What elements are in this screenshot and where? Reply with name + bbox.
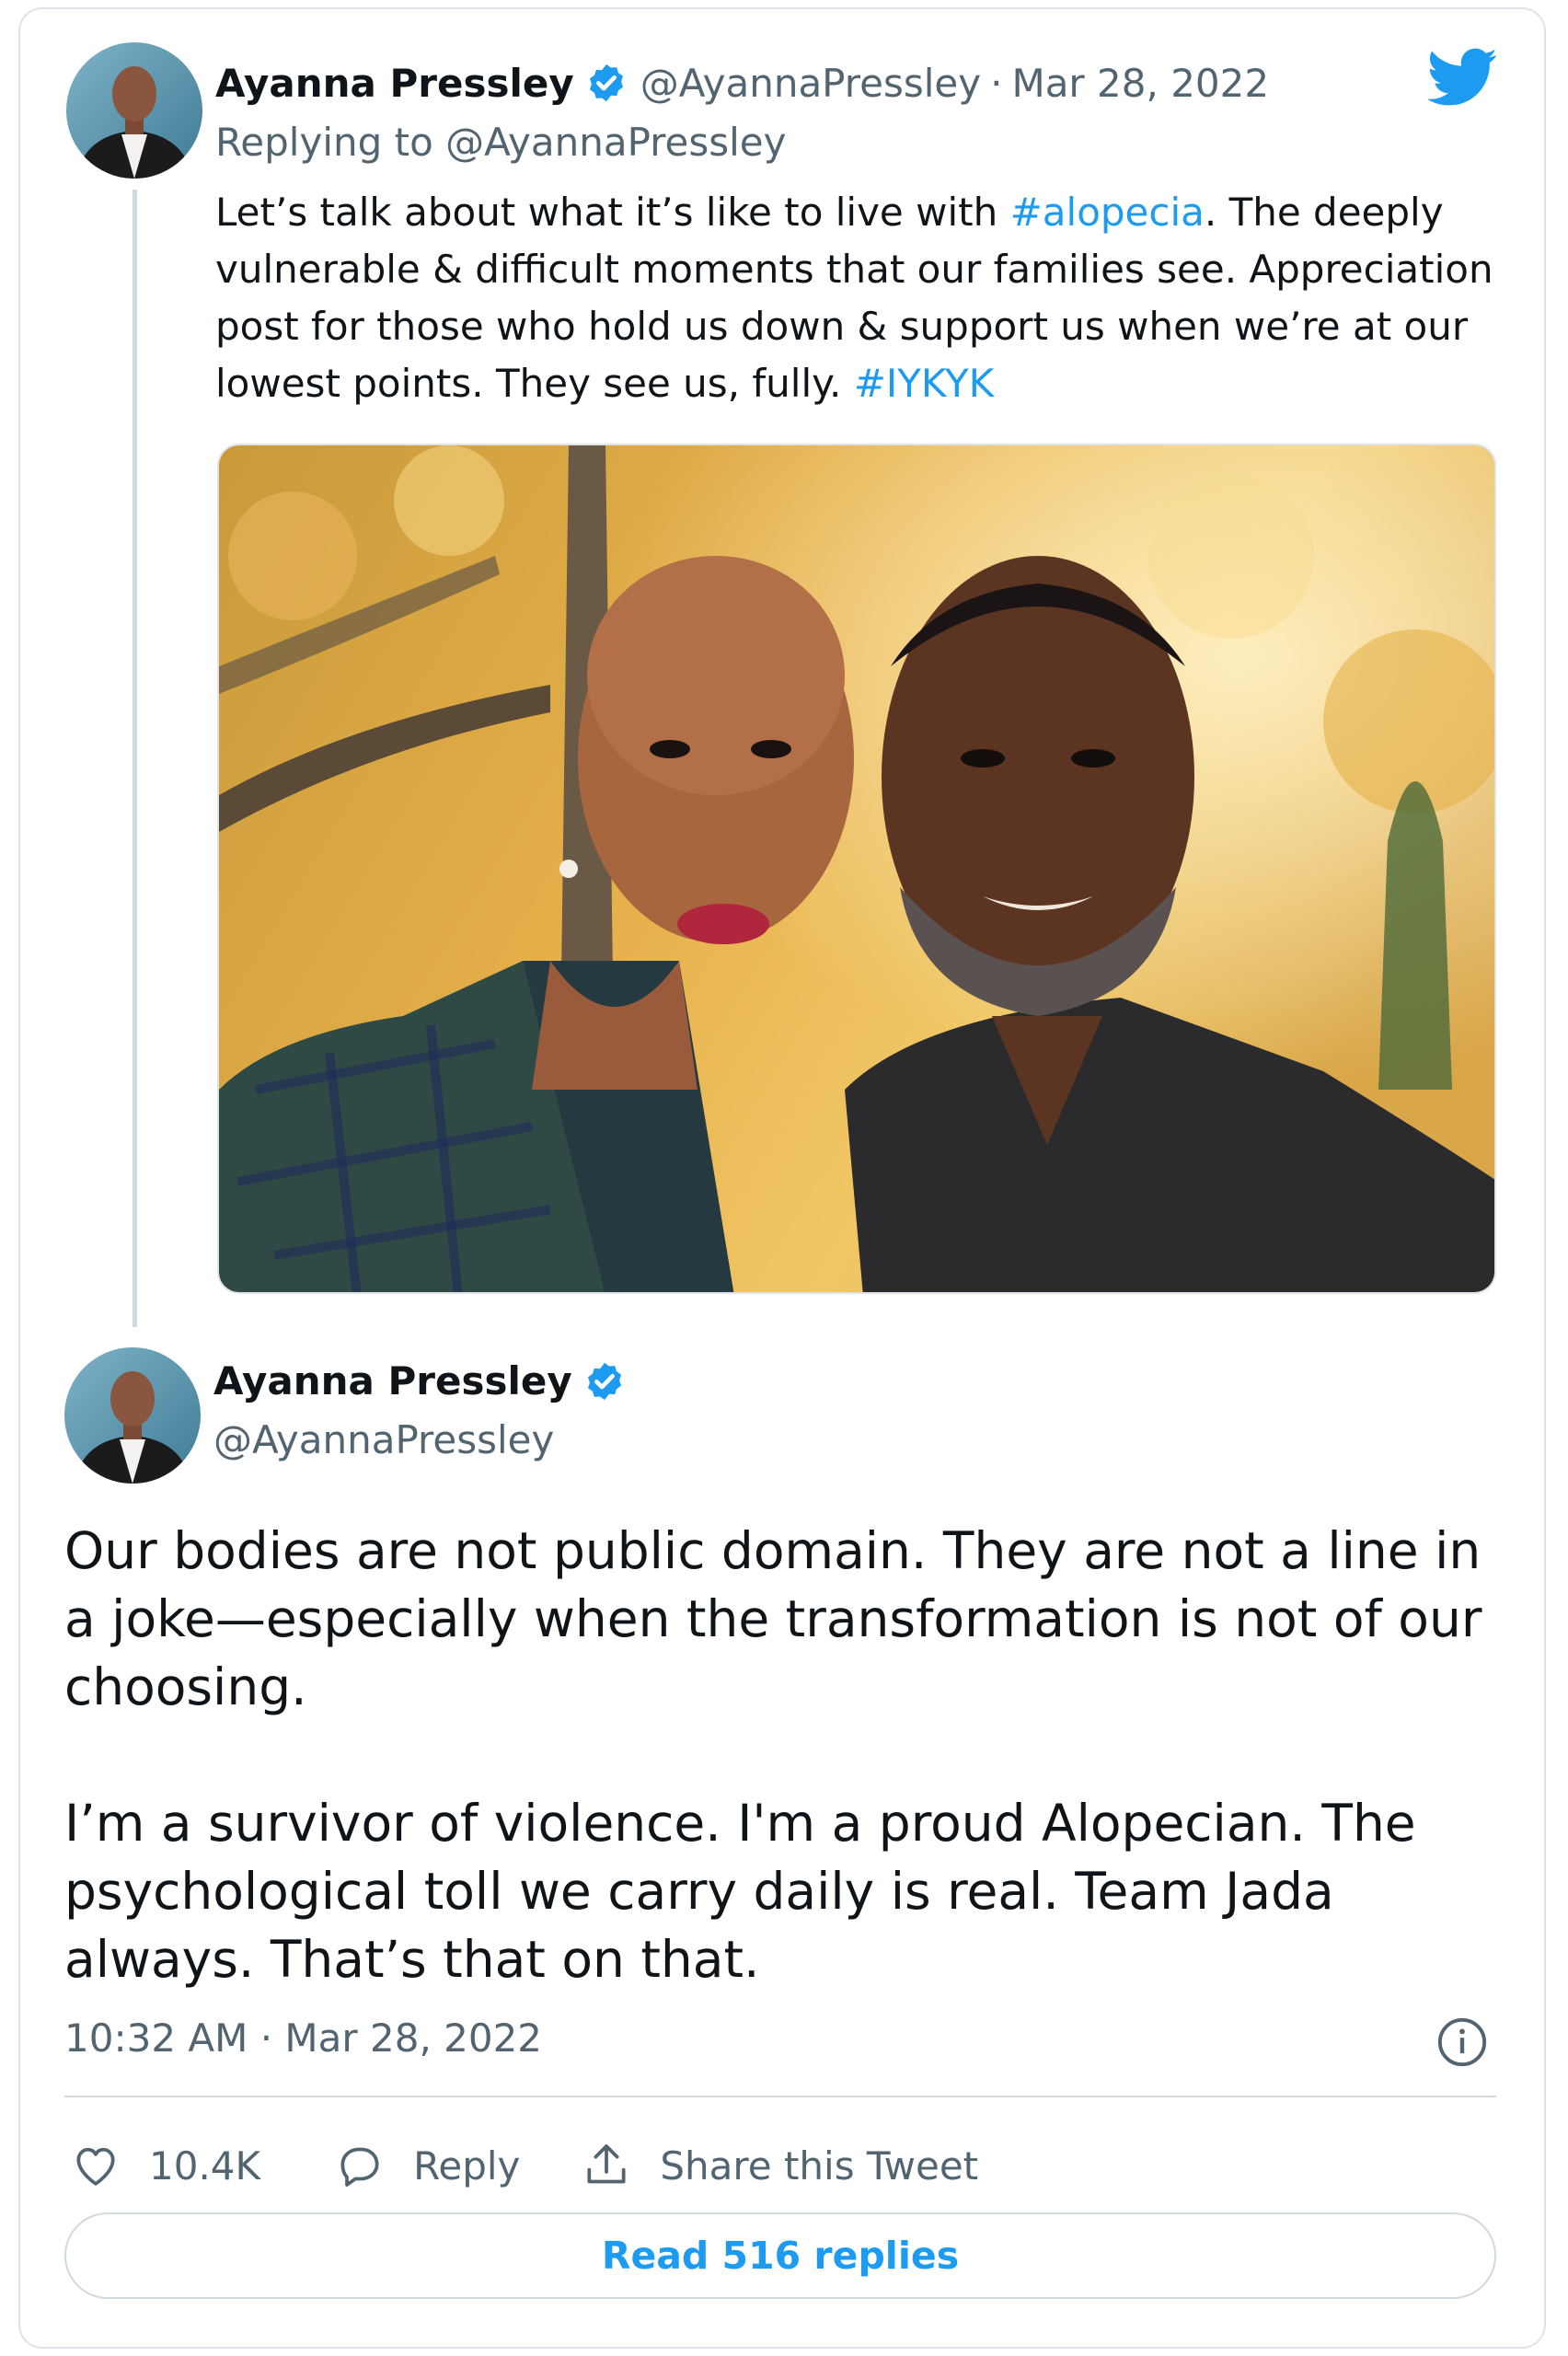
replying-to-mention[interactable]: @AyannaPressley (445, 120, 786, 165)
tweet-paragraph: I’m a survivor of violence. I'm a proud … (64, 1794, 1416, 1989)
hashtag-link[interactable]: #IYKYK (854, 361, 994, 406)
like-button[interactable]: 10.4K (70, 2140, 260, 2191)
verified-badge-icon (589, 64, 623, 102)
tweet-text-segment: Let’s talk about what it’s like to live … (215, 190, 1010, 235)
tweet-actions: 10.4K Reply Share this Tweet (70, 2133, 978, 2198)
thread-connector-line (133, 190, 137, 1327)
read-replies-button[interactable]: Read 516 replies (64, 2212, 1496, 2299)
author-handle[interactable]: @AyannaPressley (213, 1417, 554, 1462)
verified-badge-icon (587, 1362, 621, 1400)
author-handle[interactable]: @AyannaPressley (640, 61, 981, 106)
reply-button[interactable]: Reply (334, 2140, 520, 2191)
share-button[interactable]: Share this Tweet (581, 2140, 978, 2191)
separator-dot: · (990, 60, 1003, 106)
tweet-timestamp[interactable]: 10:32 AM · Mar 28, 2022 (64, 2015, 542, 2061)
like-count: 10.4K (149, 2142, 261, 2189)
heart-icon (76, 2147, 115, 2186)
main-tweet-header: Ayanna Pressley (213, 1358, 639, 1403)
main-tweet-text: Our bodies are not public domain. They a… (64, 1517, 1518, 2062)
info-icon[interactable] (1435, 2015, 1489, 2069)
share-upload-icon (587, 2144, 626, 2184)
tweet-paragraph: Our bodies are not public domain. They a… (64, 1521, 1482, 1716)
hashtag-link[interactable]: #alopecia (1010, 190, 1205, 235)
reply-tweet-header: Ayanna Pressley @AyannaPressley · Mar 28… (215, 53, 1269, 112)
speech-bubble-icon (340, 2147, 379, 2187)
replying-to-line: Replying to @AyannaPressley (215, 120, 787, 165)
author-name[interactable]: Ayanna Pressley (215, 61, 574, 106)
avatar[interactable] (64, 1347, 201, 1484)
tweet-photo[interactable] (217, 444, 1496, 1294)
reply-label: Reply (413, 2142, 521, 2189)
divider (64, 2096, 1496, 2097)
replying-to-label: Replying to (215, 120, 433, 165)
author-name[interactable]: Ayanna Pressley (213, 1358, 572, 1403)
reply-tweet-text: Let’s talk about what it’s like to live … (215, 184, 1504, 412)
avatar[interactable] (66, 42, 202, 179)
share-label: Share this Tweet (660, 2142, 979, 2189)
twitter-bird-icon[interactable] (1428, 48, 1498, 107)
tweet-date[interactable]: Mar 28, 2022 (1011, 61, 1269, 106)
